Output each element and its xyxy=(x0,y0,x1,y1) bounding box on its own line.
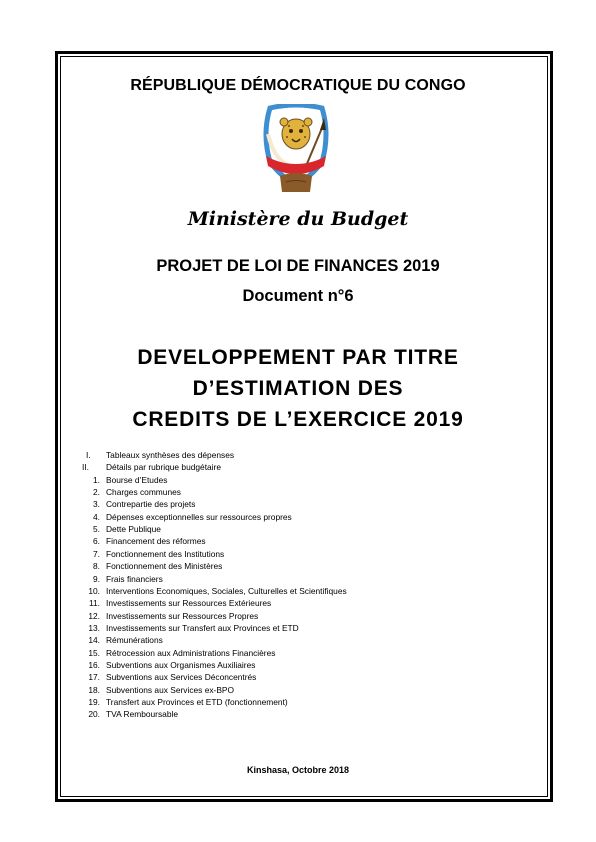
list-item-number: 15. xyxy=(88,647,100,658)
republic-heading: RÉPUBLIQUE DÉMOCRATIQUE DU CONGO xyxy=(130,77,466,94)
project-title: PROJET DE LOI DE FINANCES 2019 xyxy=(156,257,440,275)
list-item-label: Fonctionnement des Ministères xyxy=(106,561,223,572)
coat-of-arms-icon xyxy=(263,104,329,192)
list-item-number: 1. xyxy=(93,474,100,485)
list-item-label: Subventions aux Services ex-BPO xyxy=(106,684,235,695)
list-item-number: 16. xyxy=(88,659,100,670)
list-item-number: 18. xyxy=(88,684,100,695)
ministry-name: Ministère du Budget xyxy=(187,208,409,230)
list-item-label: Interventions Economiques, Sociales, Cul… xyxy=(106,585,347,596)
list-item-label: Investissements sur Transfert aux Provin… xyxy=(106,622,299,633)
list-item-number: 11. xyxy=(88,598,100,609)
list-item-label: Charges communes xyxy=(106,487,181,498)
list-item-number: 7. xyxy=(93,548,100,559)
main-title: DEVELOPPEMENT PAR TITRE D’ESTIMATION DES… xyxy=(0,342,596,435)
place-date: Kinshasa, Octobre 2018 xyxy=(246,765,350,775)
list-item-label: Investissements sur Ressources Propres xyxy=(106,610,259,621)
list-item-label: Transfert aux Provinces et ETD (fonction… xyxy=(106,697,288,707)
list-item-label: Financement des réformes xyxy=(106,536,206,547)
list-item-label: Frais financiers xyxy=(106,573,163,584)
list-item-label: Fonctionnement des Institutions xyxy=(106,548,225,559)
list-item-label: TVA Remboursable xyxy=(106,709,178,720)
list-item-number: I. xyxy=(86,450,91,460)
main-title-line-2: D’ESTIMATION DES xyxy=(192,377,404,400)
list-item-number: 19. xyxy=(88,697,100,707)
list-item-number: 5. xyxy=(93,524,100,535)
list-item-label: Bourse d’Etudes xyxy=(106,474,168,485)
list-item-label: Rétrocession aux Administrations Financi… xyxy=(106,647,276,658)
list-item-label: Rémunérations xyxy=(106,635,163,646)
document-number: Document n°6 xyxy=(242,287,354,305)
main-title-line-3: CREDITS DE L’EXERCICE 2019 xyxy=(132,408,464,431)
list-item-number: 14. xyxy=(88,635,100,646)
list-item-number: 13. xyxy=(88,622,100,633)
list-item-label: Dépenses exceptionnelles sur ressources … xyxy=(106,511,292,522)
list-item-label: Détails par rubrique budgétaire xyxy=(106,462,221,473)
list-item-label: Dette Publique xyxy=(106,524,161,535)
list-item-label: Subventions aux Organismes Auxiliaires xyxy=(106,659,256,670)
list-item-label: Tableaux synthèses des dépenses xyxy=(106,450,235,460)
list-item-number: 17. xyxy=(88,672,100,683)
list-item-number: 10. xyxy=(88,585,100,596)
list-item-label: Subventions aux Services Déconcentrés xyxy=(106,672,257,683)
list-item-number: 8. xyxy=(93,561,100,572)
list-item-number: 12. xyxy=(88,610,100,621)
list-item-label: Contrepartie des projets xyxy=(106,499,196,510)
main-title-line-1: DEVELOPPEMENT PAR TITRE xyxy=(137,346,459,369)
list-item-number: 6. xyxy=(93,536,100,547)
list-item-number: II. xyxy=(82,462,89,473)
list-item-label: Investissements sur Ressources Extérieur… xyxy=(106,598,272,609)
list-item-number: 3. xyxy=(93,499,100,510)
list-item-number: 4. xyxy=(93,511,100,522)
list-item-number: 2. xyxy=(93,487,100,498)
list-item-number: 9. xyxy=(93,573,100,584)
list-item-number: 20. xyxy=(88,709,100,720)
